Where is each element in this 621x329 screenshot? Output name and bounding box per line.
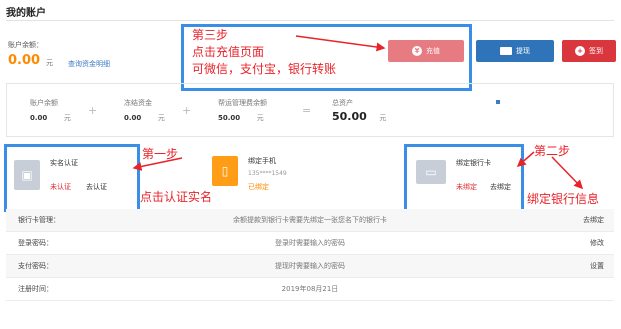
table-row: 银行卡管理： 余额提款到银行卡需要先绑定一张您名下的银行卡 去绑定 [6, 209, 614, 232]
step3-arrow [295, 35, 386, 52]
row-action-bind-card[interactable]: 去绑定 [583, 215, 604, 225]
row-description: 登录时需要输入的密码 [275, 239, 345, 247]
step2-arrow-down [551, 156, 584, 190]
row-action-modify-password[interactable]: 修改 [590, 238, 604, 248]
row-description: 余额提款到银行卡需要先绑定一张您名下的银行卡 [233, 216, 387, 224]
row-action-set-pay-password[interactable]: 设置 [590, 261, 604, 271]
table-row: 注册时间： 2019年08月21日 [6, 278, 614, 301]
table-row: 支付密码： 提现时需要输入的密码 设置 [6, 255, 614, 278]
row-description: 2019年08月21日 [281, 285, 339, 293]
step1-arrow [132, 157, 183, 171]
step2-arrow [516, 151, 535, 167]
row-description: 提现时需要输入的密码 [275, 262, 345, 270]
table-row: 登录密码： 登录时需要输入的密码 修改 [6, 232, 614, 255]
account-settings-table: 银行卡管理： 余额提款到银行卡需要先绑定一张您名下的银行卡 去绑定 登录密码： … [6, 209, 614, 301]
